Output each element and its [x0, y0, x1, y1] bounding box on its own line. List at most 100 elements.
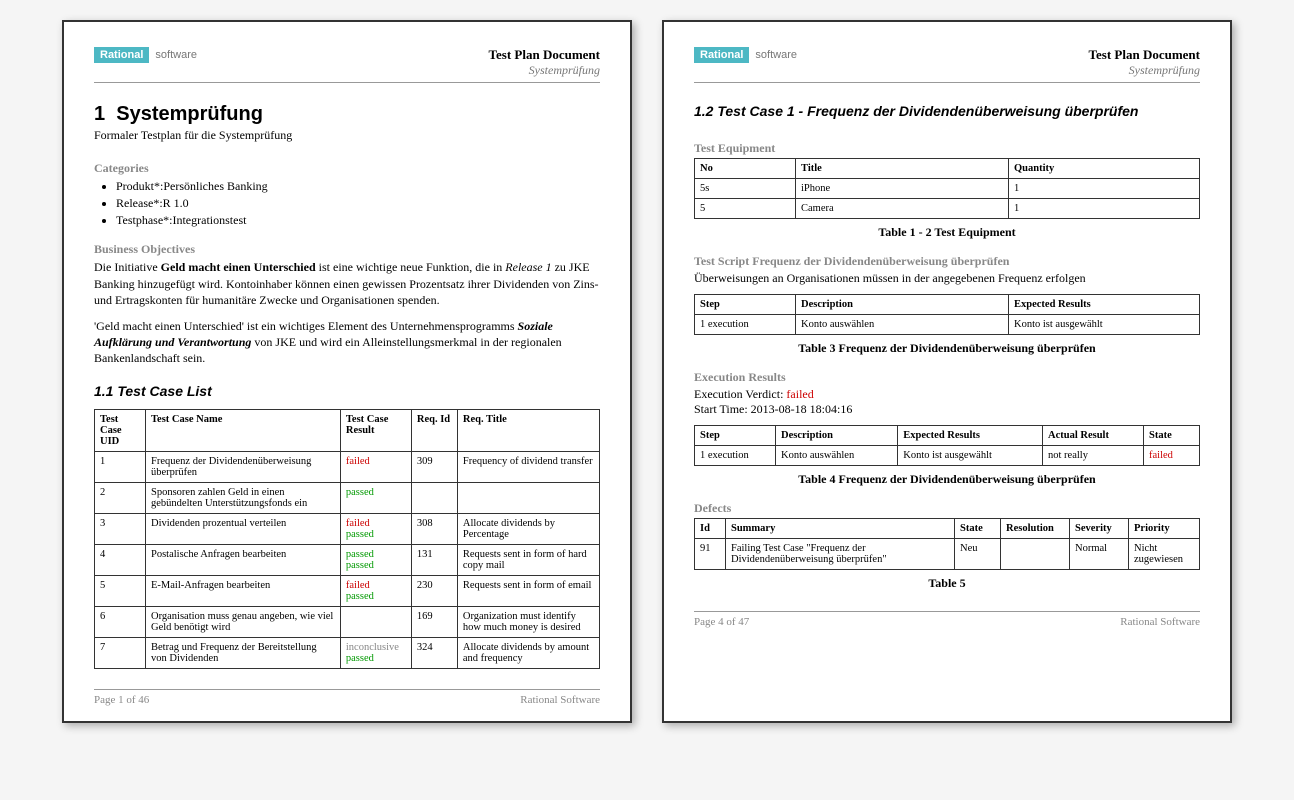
cell-no: 5s: [695, 179, 796, 199]
table-header-row: Id Summary State Resolution Severity Pri…: [695, 519, 1200, 539]
cell-reqtitle: Requests sent in form of hard copy mail: [457, 544, 599, 575]
defects-caption: Table 5: [694, 576, 1200, 591]
cell-name: Sponsoren zahlen Geld in einen gebündelt…: [146, 482, 341, 513]
table-header-row: Step Description Expected Results: [695, 295, 1200, 315]
cell-reqid: [411, 482, 457, 513]
th-qty: Quantity: [1009, 159, 1200, 179]
footer-page-num: Page 1 of 46: [94, 694, 149, 706]
cell-result: failedpassed: [340, 575, 411, 606]
text: Frequenz der Dividendenüberweisung überp…: [752, 254, 1009, 268]
plan-subtitle: Formaler Testplan für die Systemprüfung: [94, 128, 600, 143]
cell-result: passed: [340, 482, 411, 513]
text: 'Geld macht einen Unterschied' ist ein w…: [94, 319, 518, 333]
equipment-table: No Title Quantity 5siPhone15Camera1: [694, 158, 1200, 219]
cell-desc: Konto auswählen: [776, 446, 898, 466]
cell-name: Organisation muss genau angeben, wie vie…: [146, 606, 341, 637]
cell-reqtitle: Allocate dividends by Percentage: [457, 513, 599, 544]
table-row: 3 Dividenden prozentual verteilen failed…: [95, 513, 600, 544]
text-italic: Release 1: [505, 260, 551, 274]
footer-company: Rational Software: [520, 694, 600, 706]
th-actual: Actual Result: [1043, 426, 1144, 446]
cell-reqid: 324: [411, 637, 457, 668]
page-header: Rational software Test Plan Document Sys…: [94, 47, 600, 83]
cell-exp: Konto ist ausgewählt: [1009, 315, 1200, 335]
script-label: Test Script Frequenz der Dividendenüberw…: [694, 254, 1200, 269]
cell-name: Postalische Anfragen bearbeiten: [146, 544, 341, 575]
cell-name: Frequenz der Dividendenüberweisung überp…: [146, 451, 341, 482]
cell-actual: not really: [1043, 446, 1144, 466]
list-item: Produkt*:Persönliches Banking: [116, 178, 600, 195]
cell-uid: 2: [95, 482, 146, 513]
th-reqtitle: Req. Title: [457, 409, 599, 451]
cell-state: failed: [1144, 446, 1200, 466]
header-right: Test Plan Document Systemprüfung: [489, 47, 600, 78]
th-state: State: [1144, 426, 1200, 446]
text: ist eine wichtige neue Funktion, die in: [316, 260, 506, 274]
cell-resolution: [1001, 539, 1070, 570]
cell-uid: 7: [95, 637, 146, 668]
cell-reqtitle: Frequency of dividend transfer: [457, 451, 599, 482]
cell-result: failed: [340, 451, 411, 482]
cell-reqtitle: Allocate dividends by amount and frequen…: [457, 637, 599, 668]
defects-table: Id Summary State Resolution Severity Pri…: [694, 518, 1200, 570]
th-resolution: Resolution: [1001, 519, 1070, 539]
doc-subtitle: Systemprüfung: [489, 63, 600, 78]
section-heading: 1 Systemprüfung: [94, 103, 600, 126]
cell-step: 1 execution: [695, 446, 776, 466]
th-exp: Expected Results: [898, 426, 1043, 446]
section-title: Systemprüfung: [116, 103, 263, 125]
th-priority: Priority: [1129, 519, 1200, 539]
cell-result: failedpassed: [340, 513, 411, 544]
cell-uid: 3: [95, 513, 146, 544]
text: Execution Verdict:: [694, 387, 786, 401]
cell-reqtitle: Requests sent in form of email: [457, 575, 599, 606]
table-row: 2 Sponsoren zahlen Geld in einen gebünde…: [95, 482, 600, 513]
cell-reqid: 230: [411, 575, 457, 606]
rational-logo: Rational software: [94, 47, 201, 63]
text: Die Initiative: [94, 260, 161, 274]
table-header-row: Step Description Expected Results Actual…: [695, 426, 1200, 446]
th-reqid: Req. Id: [411, 409, 457, 451]
cell-name: E-Mail-Anfragen bearbeiten: [146, 575, 341, 606]
table-row: 4 Postalische Anfragen bearbeiten passed…: [95, 544, 600, 575]
th-desc: Description: [776, 426, 898, 446]
subsection-heading: 1.2 Test Case 1 - Frequenz der Dividende…: [694, 103, 1200, 119]
cell-reqtitle: Organization must identify how much mone…: [457, 606, 599, 637]
equipment-caption: Table 1 - 2 Test Equipment: [694, 225, 1200, 240]
cell-reqid: 308: [411, 513, 457, 544]
th-name: Test Case Name: [146, 409, 341, 451]
script-description: Überweisungen an Organisationen müssen i…: [694, 271, 1200, 286]
header-right: Test Plan Document Systemprüfung: [1089, 47, 1200, 78]
th-title: Title: [796, 159, 1009, 179]
doc-subtitle: Systemprüfung: [1089, 63, 1200, 78]
page-header: Rational software Test Plan Document Sys…: [694, 47, 1200, 83]
table-row: 5Camera1: [695, 199, 1200, 219]
cell-title: Camera: [796, 199, 1009, 219]
cell-name: Betrag und Frequenz der Bereitstellung v…: [146, 637, 341, 668]
th-result: Test Case Result: [340, 409, 411, 451]
execution-verdict-line: Execution Verdict: failed: [694, 387, 1200, 402]
cell-uid: 5: [95, 575, 146, 606]
cell-title: iPhone: [796, 179, 1009, 199]
th-exp: Expected Results: [1009, 295, 1200, 315]
table-row: 91Failing Test Case "Frequenz der Divide…: [695, 539, 1200, 570]
equipment-label: Test Equipment: [694, 141, 1200, 156]
doc-title: Test Plan Document: [489, 47, 600, 63]
table-row: 1 Frequenz der Dividendenüberweisung übe…: [95, 451, 600, 482]
table-header-row: No Title Quantity: [695, 159, 1200, 179]
list-item: Release*:R 1.0: [116, 195, 600, 212]
th-summary: Summary: [726, 519, 955, 539]
th-severity: Severity: [1070, 519, 1129, 539]
section-number: 1: [94, 103, 105, 125]
table-row: 5 E-Mail-Anfragen bearbeiten failedpasse…: [95, 575, 600, 606]
verdict-value: failed: [786, 387, 813, 401]
objectives-para-2: 'Geld macht einen Unterschied' ist ein w…: [94, 318, 600, 367]
execution-table: Step Description Expected Results Actual…: [694, 425, 1200, 466]
page-footer: Page 1 of 46 Rational Software: [94, 689, 600, 706]
doc-title: Test Plan Document: [1089, 47, 1200, 63]
footer-company: Rational Software: [1120, 616, 1200, 628]
footer-page-num: Page 4 of 47: [694, 616, 749, 628]
cell-result: inconclusivepassed: [340, 637, 411, 668]
document-page-4: Rational software Test Plan Document Sys…: [662, 20, 1232, 723]
execution-label: Execution Results: [694, 370, 1200, 385]
